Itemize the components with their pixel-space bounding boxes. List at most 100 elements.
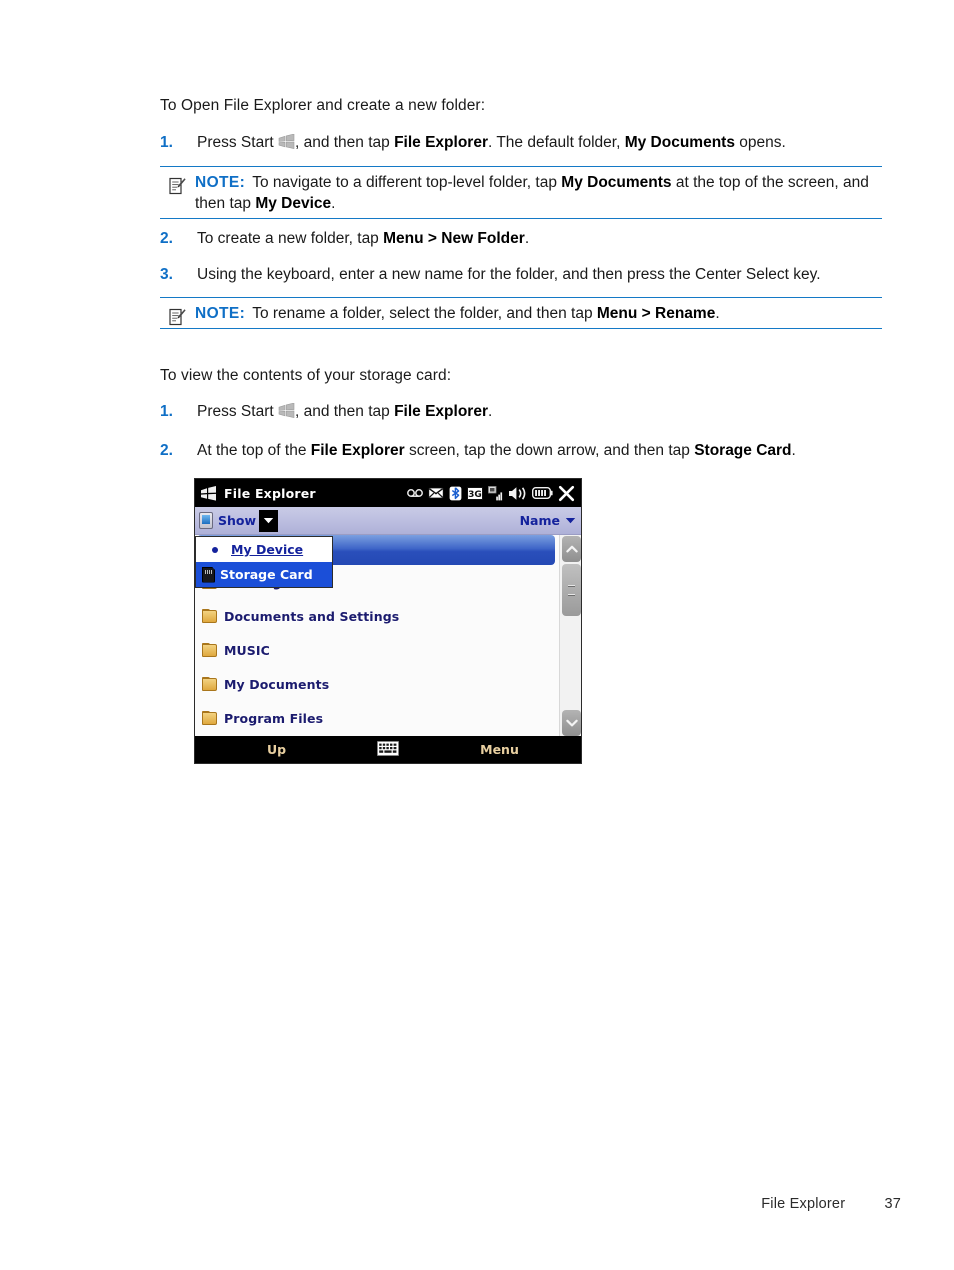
chevron-down-icon (565, 719, 578, 727)
note-label: NOTE: (195, 174, 246, 191)
file-name: Documents and Settings (224, 608, 400, 624)
step-text: Press Start , and then tap File Explorer… (197, 132, 900, 155)
folder-icon (202, 677, 217, 691)
step-text-part: . (487, 403, 493, 420)
note-part: . (715, 305, 720, 322)
device-toolbar: Show Name (195, 507, 581, 535)
softkey-menu[interactable]: Menu (418, 742, 581, 757)
show-dropdown-arrow-button[interactable] (259, 509, 279, 532)
folder-icon (202, 711, 217, 725)
step-text: At the top of the File Explorer screen, … (197, 440, 900, 461)
chevron-down-icon (263, 518, 274, 524)
step-text-part: Press Start (197, 403, 278, 420)
footer-chapter: File Explorer (761, 1196, 846, 1212)
step-text-part: . The default folder, (487, 134, 625, 151)
menu-item-storage-card[interactable]: Storage Card (196, 562, 332, 587)
device-title-text: File Explorer (224, 485, 316, 501)
step-text-bold: File Explorer (394, 134, 488, 151)
windows-flag-icon (200, 485, 217, 501)
step-text-bold: File Explorer (394, 403, 488, 420)
message-envelope-icon[interactable] (428, 487, 444, 499)
step-number: 3. (160, 266, 173, 283)
file-name: MUSIC (224, 642, 270, 658)
section-1-intro: To Open File Explorer and create a new f… (160, 97, 486, 114)
scroll-up-button[interactable] (562, 536, 581, 562)
page-footer: File Explorer 37 (761, 1196, 901, 1212)
sd-card-icon (202, 566, 215, 583)
note-block-2: NOTE: To rename a folder, select the fold… (160, 297, 882, 329)
volume-speaker-icon[interactable] (508, 486, 527, 501)
step-text-part: To create a new folder, tap (197, 230, 384, 247)
battery-icon[interactable] (532, 487, 553, 499)
signal-strength-icon[interactable] (488, 485, 503, 501)
page: To Open File Explorer and create a new f… (0, 0, 954, 1270)
step-text-part: , and then tap (294, 403, 395, 420)
sort-label: Name (519, 513, 560, 528)
bluetooth-icon[interactable] (449, 486, 462, 501)
step-number: 2. (160, 230, 173, 247)
menu-item-label: My Device (231, 542, 304, 557)
page-number: 37 (884, 1196, 901, 1212)
step-text-part: , and then tap (294, 134, 395, 151)
device-title-bar: File Explorer 3G (195, 479, 581, 507)
file-name: Program Files (224, 710, 324, 726)
start-windows-flag-icon (278, 133, 295, 155)
step-text: Using the keyboard, enter a new name for… (197, 266, 821, 283)
step-text-part: opens. (734, 134, 786, 151)
step-2-2: 2. At the top of the File Explorer scree… (160, 440, 900, 461)
note-pencil-icon (169, 176, 186, 195)
step-text-bold: Storage Card (694, 442, 792, 459)
step-1-3: 3. Using the keyboard, enter a new name … (160, 264, 900, 285)
step-number: 1. (160, 134, 173, 151)
step-text-part: screen, tap the down arrow, and then tap (404, 442, 695, 459)
menu-item-my-device[interactable]: My Device (196, 537, 332, 562)
bullet-dot-icon (212, 546, 218, 553)
note-part: To navigate to a different top-level fol… (252, 174, 562, 191)
keyboard-icon[interactable] (358, 740, 418, 759)
device-screenshot-image: File Explorer 3G Show Name Documents and… (194, 478, 582, 764)
note-part: To rename a folder, select the folder, a… (252, 305, 597, 322)
menu-item-label: Storage Card (220, 567, 313, 582)
note-bold: My Device (255, 195, 332, 212)
3g-icon[interactable]: 3G (467, 486, 483, 500)
chevron-down-icon (565, 518, 576, 524)
note-text: NOTE: To navigate to a different top-leve… (195, 172, 882, 214)
step-text-part: . (791, 442, 796, 459)
step-text-bold: My Documents (624, 134, 735, 151)
step-number: 2. (160, 442, 173, 459)
step-2-1: 1. Press Start , and then tap File Explo… (160, 401, 900, 424)
note-pencil-icon (169, 307, 186, 326)
section-2-intro: To view the contents of your storage car… (160, 367, 452, 384)
step-text-part: At the top of the (197, 442, 311, 459)
scroll-thumb[interactable] (562, 564, 581, 616)
voicemail-icon[interactable] (407, 488, 423, 498)
step-text: To create a new folder, tap Menu > New F… (197, 228, 900, 249)
note-bold: Menu > Rename (596, 305, 716, 322)
scrollbar[interactable] (559, 535, 581, 737)
show-dropdown-menu[interactable]: My Device Storage Card (195, 536, 333, 588)
pda-device-icon (199, 512, 213, 529)
file-name: My Documents (224, 676, 330, 692)
sort-selector[interactable]: Name (520, 513, 576, 528)
note-label: NOTE: (195, 305, 246, 322)
softkey-up[interactable]: Up (195, 742, 358, 757)
device-status-icons: 3G (407, 485, 577, 502)
step-number: 1. (160, 403, 173, 420)
table-row[interactable]: MUSIC (195, 633, 559, 667)
chevron-up-icon (565, 545, 578, 553)
scroll-down-button[interactable] (562, 710, 581, 736)
start-windows-flag-icon (278, 402, 295, 424)
step-text: Press Start , and then tap File Explorer… (197, 401, 900, 424)
table-row[interactable]: Program Files (195, 701, 559, 735)
note-block-1: NOTE: To navigate to a different top-leve… (160, 166, 882, 219)
table-row[interactable]: My Documents (195, 667, 559, 701)
note-part: . (331, 195, 336, 212)
device-softkey-bar: Up Menu (195, 736, 581, 763)
folder-icon (202, 643, 217, 657)
note-bold: My Documents (561, 174, 672, 191)
show-selector[interactable]: Show (199, 509, 279, 532)
note-text: NOTE: To rename a folder, select the fold… (195, 303, 882, 324)
close-x-icon[interactable] (558, 485, 575, 502)
step-text-part: Press Start (197, 134, 278, 151)
table-row[interactable]: Documents and Settings (195, 599, 559, 633)
